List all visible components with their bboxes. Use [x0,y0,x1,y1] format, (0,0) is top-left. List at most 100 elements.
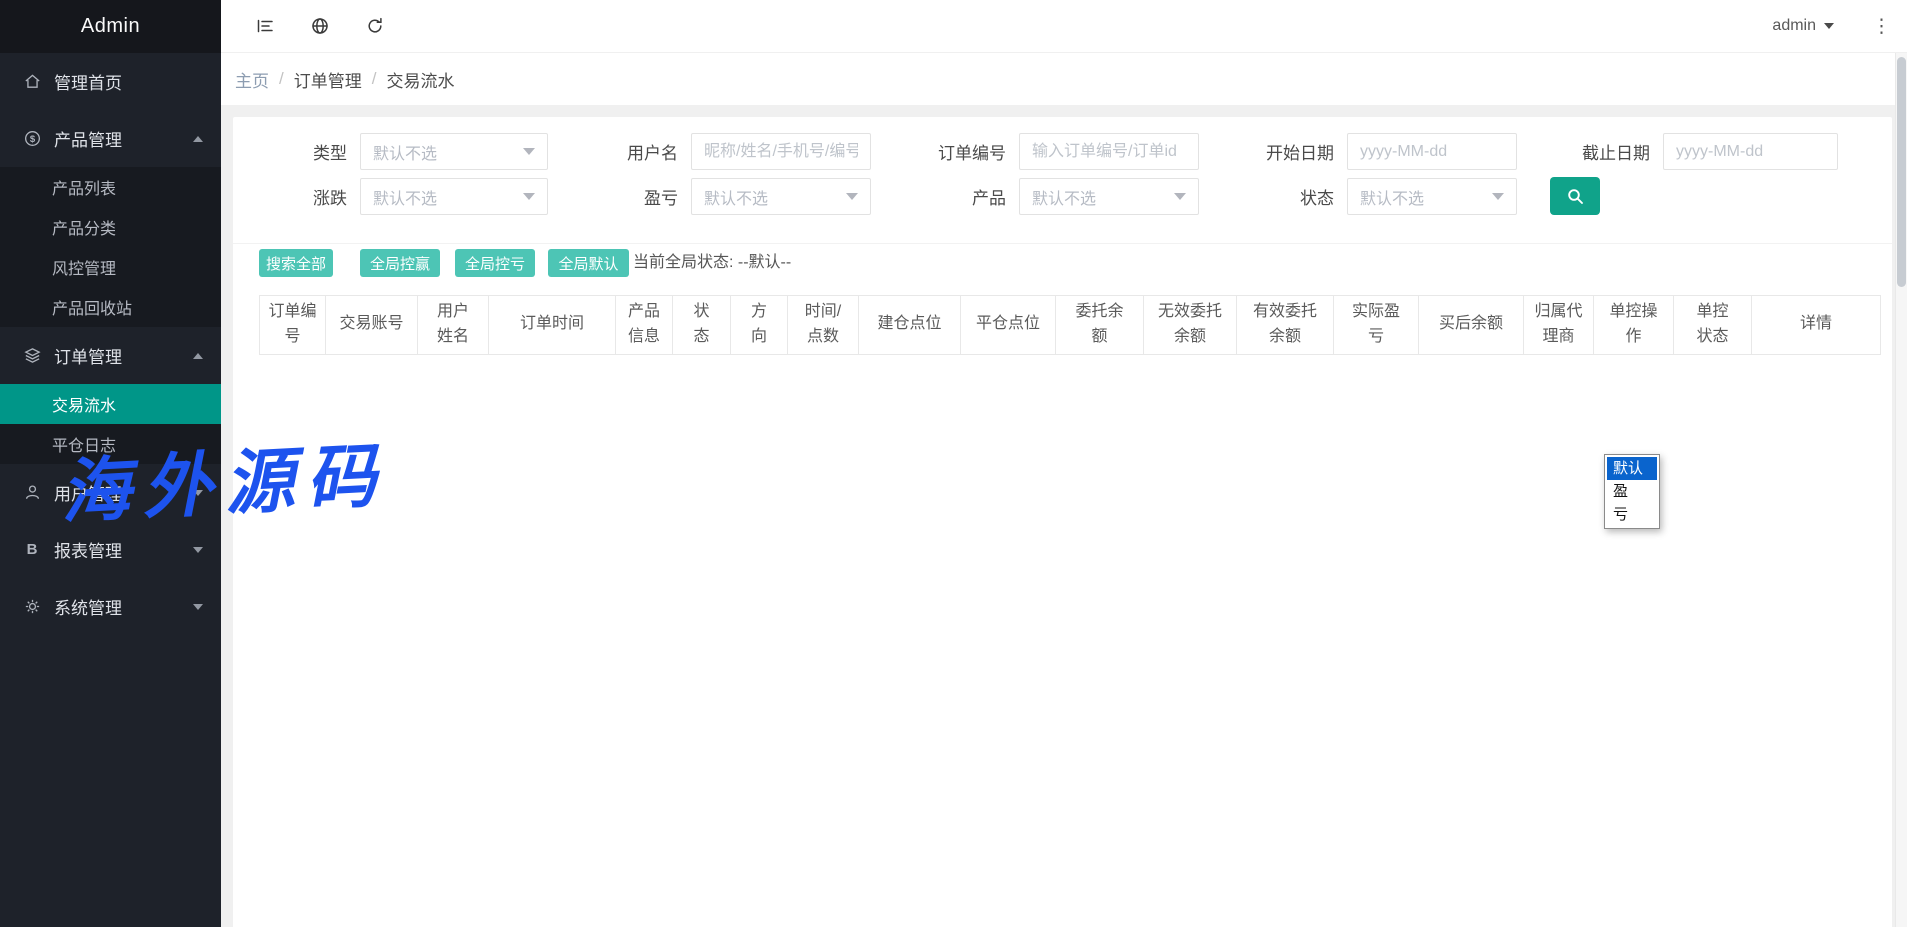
breadcrumb-order-mgmt[interactable]: 订单管理 [294,67,362,92]
svg-text:$: $ [29,134,35,145]
chevron-down-icon [523,193,535,200]
end-date-input[interactable] [1663,133,1838,170]
globe-icon[interactable] [309,15,331,37]
layers-icon [22,346,42,366]
search-button[interactable] [1550,177,1600,215]
sidebar-item-label: 用户管理 [54,480,122,505]
filter-status: 状态 默认不选 [1234,178,1517,215]
topbar: admin ⋮ [221,0,1907,53]
filter-product: 产品 默认不选 [906,178,1199,215]
chevron-down-icon [1824,23,1834,29]
chevron-down-icon [193,604,203,610]
filter-type: 类型 默认不选 [247,133,548,170]
select-value: 默认不选 [373,185,437,209]
user-menu[interactable]: admin [1772,17,1834,35]
sidebar-item-label: 产品管理 [54,126,122,151]
app-title: Admin [0,0,221,53]
column-header: 订单编 号 [260,296,326,355]
sidebar-subitem[interactable]: 平仓日志 [0,424,221,464]
filter-updown: 涨跌 默认不选 [247,178,548,215]
status-select[interactable]: 默认不选 [1347,178,1517,215]
gear-icon [22,597,42,617]
sidebar: Admin 管理首页 $ 产品管理产品列表产品分类风控管理产品回收站订单管理交易流水… [0,0,221,927]
sidebar-item-reports[interactable]: B报表管理 [0,521,221,578]
column-header: 详情 [1752,296,1881,355]
table-header-row: 订单编 号交易账号用户 姓名订单时间产品 信息状 态方 向时间/ 点数建仓点位平… [260,296,1881,355]
profit-loss-select[interactable]: 默认不选 [691,178,871,215]
sidebar-item-system[interactable]: 系统管理 [0,578,221,635]
sidebar-item-label: 报表管理 [54,537,122,562]
order-no-input[interactable] [1019,133,1199,170]
column-header: 买后余额 [1419,296,1524,355]
start-date-input[interactable] [1347,133,1517,170]
dropdown-option-default[interactable]: 默认 [1607,457,1657,480]
sidebar-item-label: 系统管理 [54,594,122,619]
breadcrumb-home[interactable]: 主页 [235,67,269,92]
column-header: 有效委托 余额 [1237,296,1334,355]
chevron-down-icon [193,547,203,553]
collapse-menu-icon[interactable] [254,15,276,37]
breadcrumb-current: 交易流水 [386,67,454,92]
chevron-down-icon [523,148,535,155]
select-value: 默认不选 [704,185,768,209]
filter-username: 用户名 [578,133,871,170]
global-win-button[interactable]: 全局控赢 [360,249,440,277]
chevron-up-icon [193,353,203,359]
column-header: 建仓点位 [859,296,961,355]
breadcrumb-separator: / [279,69,284,89]
type-select[interactable]: 默认不选 [360,133,548,170]
product-select[interactable]: 默认不选 [1019,178,1199,215]
sidebar-subitem[interactable]: 风控管理 [0,247,221,287]
column-header: 无效委托 余额 [1144,296,1237,355]
filter-label: 用户名 [578,139,678,164]
filter-label: 盈亏 [578,184,678,209]
updown-select[interactable]: 默认不选 [360,178,548,215]
search-all-button[interactable]: 搜索全部 [259,249,333,277]
filter-order-no: 订单编号 [906,133,1199,170]
filter-end-date: 截止日期 [1550,133,1838,170]
orders-table: 订单编 号交易账号用户 姓名订单时间产品 信息状 态方 向时间/ 点数建仓点位平… [259,295,1881,354]
column-header: 产品 信息 [616,296,673,355]
filter-profit-loss: 盈亏 默认不选 [578,178,871,215]
sidebar-item-label: 管理首页 [54,69,122,94]
kebab-menu-icon[interactable]: ⋮ [1872,17,1891,36]
global-default-button[interactable]: 全局默认 [548,249,629,277]
sidebar-item-orders[interactable]: 订单管理 [0,327,221,384]
chevron-down-icon [1492,193,1504,200]
filter-label: 截止日期 [1550,139,1650,164]
sidebar-item-home[interactable]: 管理首页 [0,53,221,110]
column-header: 单控操 作 [1594,296,1674,355]
chevron-down-icon [193,490,203,496]
select-value: 默认不选 [1360,185,1424,209]
dropdown-option-win[interactable]: 盈 [1607,480,1657,503]
sidebar-item-users[interactable]: 用户管理 [0,464,221,521]
section-divider [233,243,1892,244]
chevron-down-icon [1174,193,1186,200]
column-header: 方 向 [731,296,788,355]
vertical-scrollbar [1895,53,1907,927]
global-status-text: 当前全局状态: --默认-- [633,249,791,277]
refresh-icon[interactable] [364,15,386,37]
sidebar-subitem[interactable]: 交易流水 [0,384,221,424]
sidebar-subitem[interactable]: 产品列表 [0,167,221,207]
filter-label: 类型 [247,139,347,164]
column-header: 单控 状态 [1674,296,1752,355]
dollar-icon: $ [22,129,42,149]
filter-start-date: 开始日期 [1234,133,1517,170]
scrollbar-thumb[interactable] [1897,57,1906,287]
select-value: 默认不选 [373,140,437,164]
sidebar-subitem[interactable]: 产品分类 [0,207,221,247]
filter-label: 订单编号 [906,139,1006,164]
sidebar-submenu: 交易流水平仓日志 [0,384,221,464]
global-lose-button[interactable]: 全局控亏 [455,249,535,277]
sidebar-subitem[interactable]: 产品回收站 [0,287,221,327]
username-input[interactable] [691,133,871,170]
dropdown-option-lose[interactable]: 亏 [1607,503,1657,526]
sidebar-submenu: 产品列表产品分类风控管理产品回收站 [0,167,221,327]
column-header: 归属代 理商 [1524,296,1594,355]
sidebar-item-products[interactable]: $ 产品管理 [0,110,221,167]
filter-label: 开始日期 [1234,139,1334,164]
sidebar-item-label: 订单管理 [54,343,122,368]
filter-label: 状态 [1234,184,1334,209]
home-icon [22,72,42,92]
